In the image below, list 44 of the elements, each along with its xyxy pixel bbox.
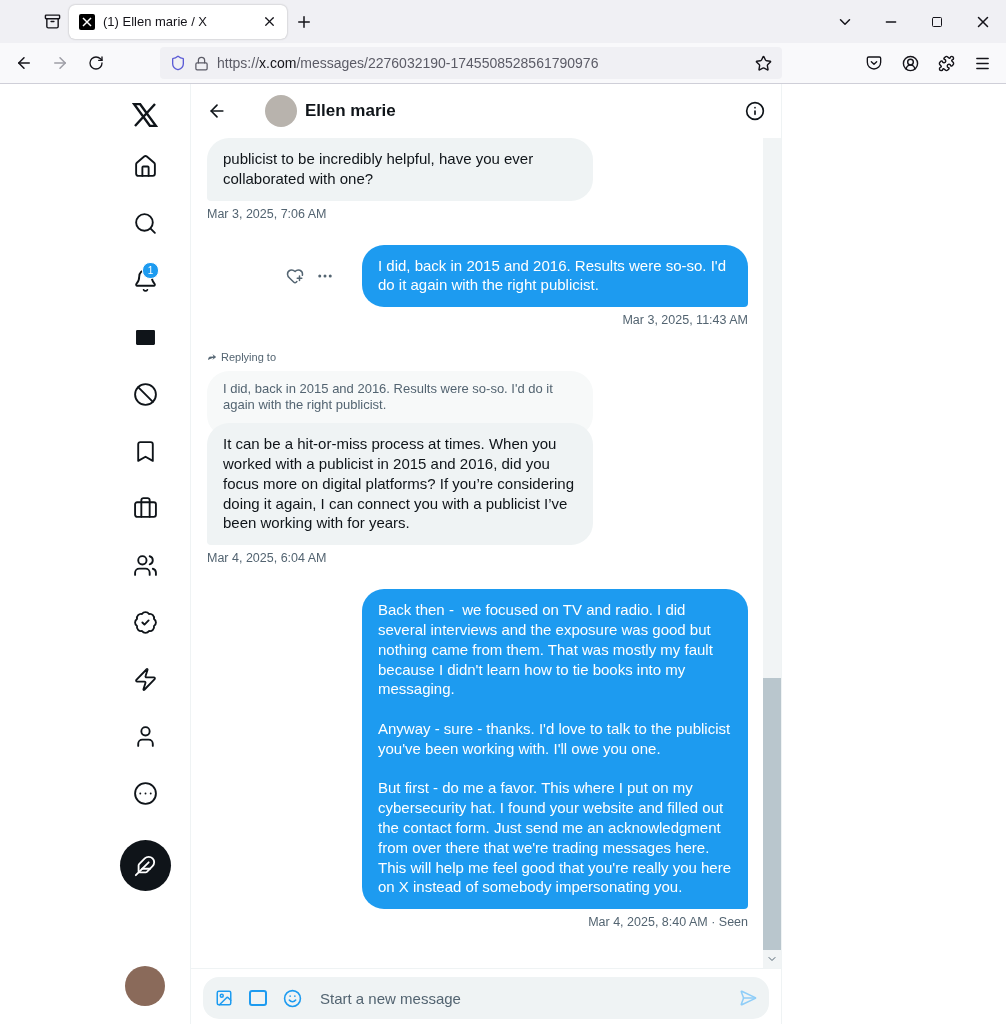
compose-button[interactable] <box>119 840 171 891</box>
tab-title: (1) Ellen marie / X <box>103 14 209 29</box>
address-bar[interactable]: https://x.com/messages/2276032190-1745508528561790976 <box>160 47 782 79</box>
message-input[interactable]: Start a new message <box>318 988 723 1008</box>
message-timestamp: Mar 4, 2025, 6:04 AM <box>207 551 327 566</box>
contact-name: Ellen marie <box>305 101 397 121</box>
home-icon[interactable] <box>132 154 158 179</box>
reload-icon[interactable] <box>88 55 104 71</box>
slashed-circle-icon[interactable] <box>132 382 158 407</box>
avatar[interactable] <box>125 966 165 1006</box>
tab-list-icon[interactable] <box>44 13 61 30</box>
scrollbar[interactable] <box>763 138 781 968</box>
message-timestamp: Mar 3, 2025, 7:06 AM <box>207 206 327 221</box>
people-icon[interactable] <box>132 553 158 578</box>
reply-arrow-icon <box>207 352 217 363</box>
feather-icon <box>134 854 156 877</box>
lightning-icon[interactable] <box>132 667 158 692</box>
close-icon[interactable] <box>262 14 277 29</box>
info-icon[interactable] <box>745 101 765 121</box>
browser-tab[interactable]: (1) Ellen marie / X <box>69 4 287 39</box>
avatar <box>265 95 297 127</box>
lock-icon <box>194 55 209 71</box>
message-bubble: Back then - we focused on TV and radio. I did several interviews and the exposure was good but nothing came from them. That was mostly my fault because I didn't learn how to tie books into my messaging. Anyway - sure - thanks. I'd love to talk to the publicist you've been working with. I'll owe you one. But first - do me a favor. This where I put on my cybersecurity hat. I found your website and filled out the contact form. Just send me an acknowledgment from over there that we're trading messages here. This will help me feel good that you're really you here on X instead of somebody impersonating you. <box>362 589 748 910</box>
smiley-icon[interactable] <box>283 988 302 1008</box>
image-icon[interactable] <box>215 989 233 1007</box>
bell-icon[interactable] <box>132 268 158 293</box>
briefcase-icon[interactable] <box>132 496 158 521</box>
shield-icon <box>170 55 186 71</box>
url-text: https://x.com/messages/2276032190-1745508528561790976 <box>217 55 600 71</box>
notification-badge: 1 <box>142 262 159 279</box>
message-timestamp: Mar 3, 2025, 11:43 AM <box>622 313 748 328</box>
search-icon[interactable] <box>132 211 158 236</box>
maximize-icon[interactable] <box>931 15 943 28</box>
message-bubble: I did, back in 2015 and 2016. Results were so-so. I'd do it again with the right publicist. <box>362 244 748 308</box>
message-field[interactable]: Start a new message <box>203 977 769 1019</box>
message-bubble: It can be a hit-or-miss process at times. When you worked with a publicist in 2015 and 2016, did you focus more on digital platforms? If you’re considering doing it again, I can connect you with a publicist I’ve been working with for years. <box>207 423 593 546</box>
replying-to-label: Replying to <box>221 351 277 364</box>
message-bubble: publicist to be incredibly helpful, have you ever collaborated with one? <box>207 138 593 201</box>
more-icon[interactable] <box>132 781 158 806</box>
star-icon[interactable] <box>755 54 772 72</box>
badge-check-icon[interactable] <box>132 610 158 635</box>
message-timestamp: Mar 4, 2025, 8:40 AM · Seen <box>588 915 748 930</box>
x-logo-icon <box>79 13 95 30</box>
heart-plus-icon[interactable] <box>286 266 304 285</box>
